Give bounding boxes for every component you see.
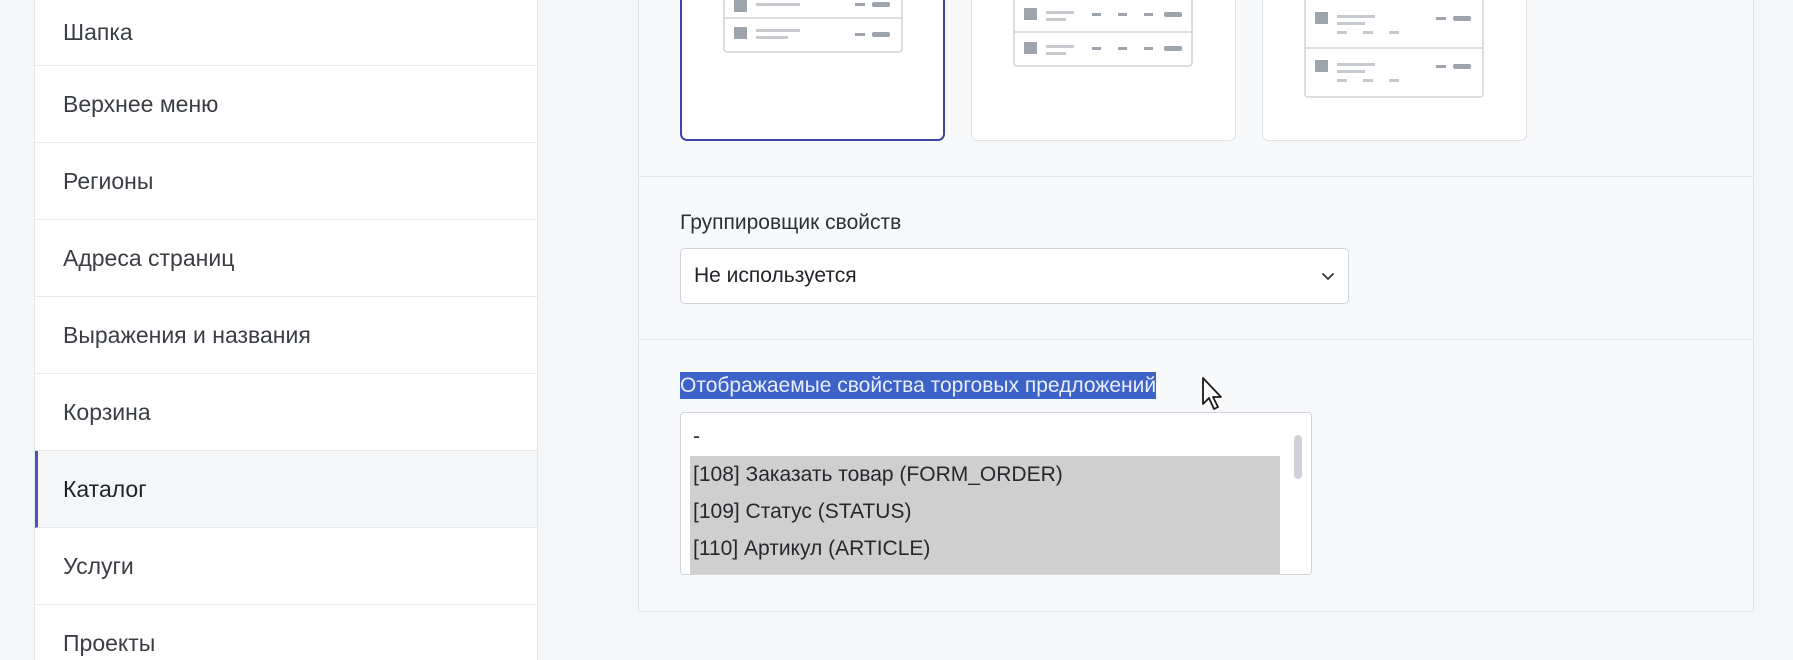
- sidebar-item-label: Каталог: [63, 475, 147, 502]
- offer-property-option-none[interactable]: -: [690, 418, 1280, 455]
- layout-list-preview-icon: [1013, 0, 1193, 67]
- sidebar-item-label: Шапка: [63, 19, 133, 45]
- sidebar-item-label: Корзина: [63, 398, 151, 425]
- chevron-down-icon: [1322, 273, 1334, 280]
- sidebar-item-projects[interactable]: Проекты: [35, 605, 537, 660]
- offer-property-option-next[interactable]: [690, 567, 1280, 574]
- sidebar-item-label: Услуги: [63, 552, 134, 579]
- offer-property-option-article[interactable]: [110] Артикул (ARTICLE): [690, 530, 1280, 567]
- selected-text-highlight: Отображаемые свойства торговых предложен…: [680, 372, 1157, 399]
- property-grouper-select[interactable]: Не используется: [680, 248, 1349, 304]
- sidebar-item-cart[interactable]: Корзина: [35, 374, 537, 451]
- sidebar-item-header[interactable]: Шапка: [35, 0, 537, 66]
- property-grouper-value: Не используется: [694, 264, 857, 287]
- sidebar-item-expressions[interactable]: Выражения и названия: [35, 297, 537, 374]
- offer-properties-section: Отображаемые свойства торговых предложен…: [638, 340, 1754, 612]
- offer-layout-section: [638, 0, 1754, 177]
- mouse-cursor-icon: [1202, 377, 1222, 410]
- scrollbar-thumb[interactable]: [1294, 435, 1302, 479]
- offer-properties-label: Отображаемые свойства торговых предложен…: [680, 372, 1157, 399]
- settings-page: Шапка Верхнее меню Регионы Адреса страни…: [0, 0, 1793, 660]
- sidebar-item-label: Выражения и названия: [63, 321, 311, 348]
- sidebar-item-catalog[interactable]: Каталог: [35, 451, 537, 528]
- settings-sidebar: Шапка Верхнее меню Регионы Адреса страни…: [34, 0, 538, 660]
- layout-compact-preview-icon: [723, 0, 903, 53]
- sidebar-item-services[interactable]: Услуги: [35, 528, 537, 605]
- sidebar-item-regions[interactable]: Регионы: [35, 143, 537, 220]
- property-grouper-label: Группировщик свойств: [680, 211, 902, 234]
- sidebar-item-page-addresses[interactable]: Адреса страниц: [35, 220, 537, 297]
- layout-option-compact[interactable]: [680, 0, 945, 141]
- sidebar-item-label: Регионы: [63, 167, 154, 194]
- layout-option-list[interactable]: [971, 0, 1236, 141]
- offer-properties-multiselect[interactable]: - [108] Заказать товар (FORM_ORDER) [109…: [680, 412, 1312, 575]
- sidebar-item-label: Верхнее меню: [63, 90, 219, 117]
- multiselect-scrollbar[interactable]: [1285, 413, 1311, 574]
- sidebar-item-label: Адреса страниц: [63, 244, 235, 271]
- property-grouper-section: Группировщик свойств Не используется: [638, 177, 1754, 340]
- sidebar-item-label: Проекты: [63, 629, 156, 656]
- settings-main: Группировщик свойств Не используется Ото…: [638, 0, 1754, 612]
- layout-detailed-preview-icon: [1304, 0, 1484, 98]
- sidebar-item-top-menu[interactable]: Верхнее меню: [35, 66, 537, 143]
- offer-property-option-status[interactable]: [109] Статус (STATUS): [690, 493, 1280, 530]
- layout-option-detailed[interactable]: [1262, 0, 1527, 141]
- offer-property-option-form-order[interactable]: [108] Заказать товар (FORM_ORDER): [690, 456, 1280, 493]
